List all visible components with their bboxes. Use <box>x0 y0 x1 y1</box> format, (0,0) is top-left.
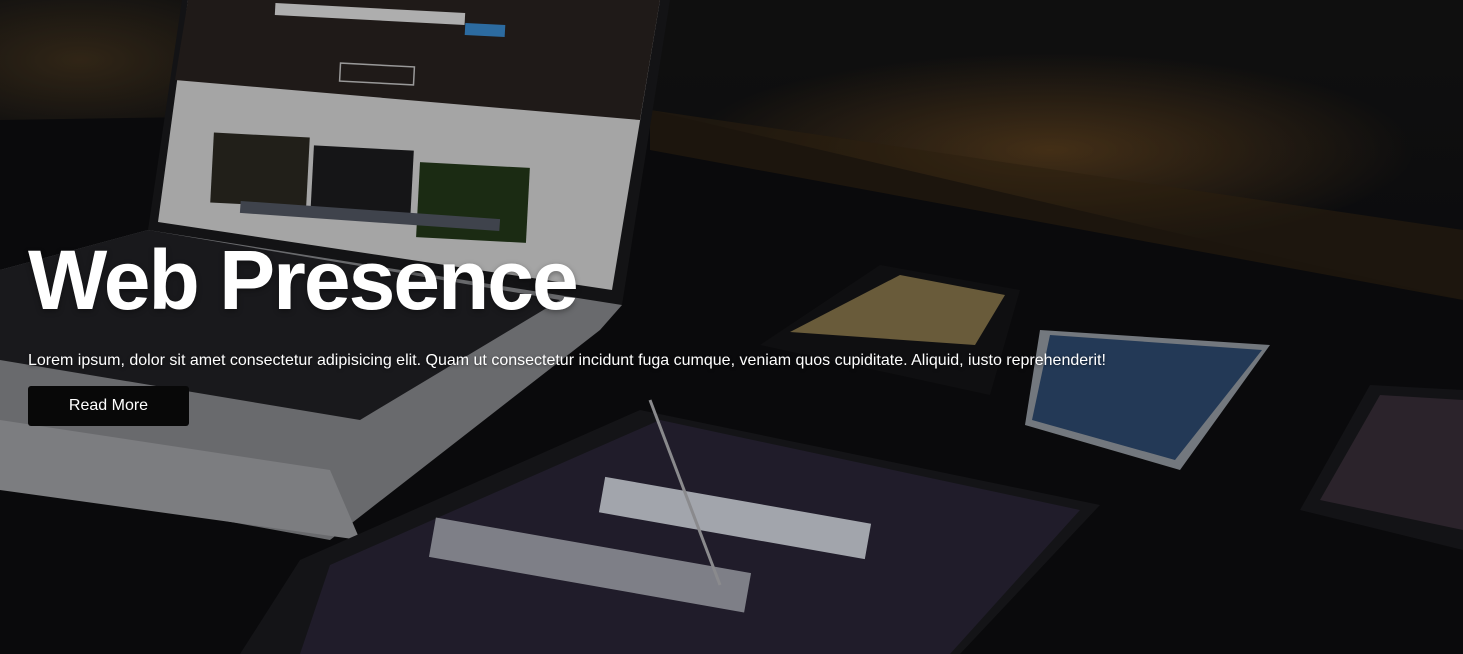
hero-content: Web Presence Lorem ipsum, dolor sit amet… <box>28 238 1328 426</box>
hero-section: Web Presence Lorem ipsum, dolor sit amet… <box>0 0 1463 654</box>
hero-description: Lorem ipsum, dolor sit amet consectetur … <box>28 352 1106 369</box>
hero-title: Web Presence <box>28 233 579 327</box>
read-more-button[interactable]: Read More <box>28 386 189 426</box>
